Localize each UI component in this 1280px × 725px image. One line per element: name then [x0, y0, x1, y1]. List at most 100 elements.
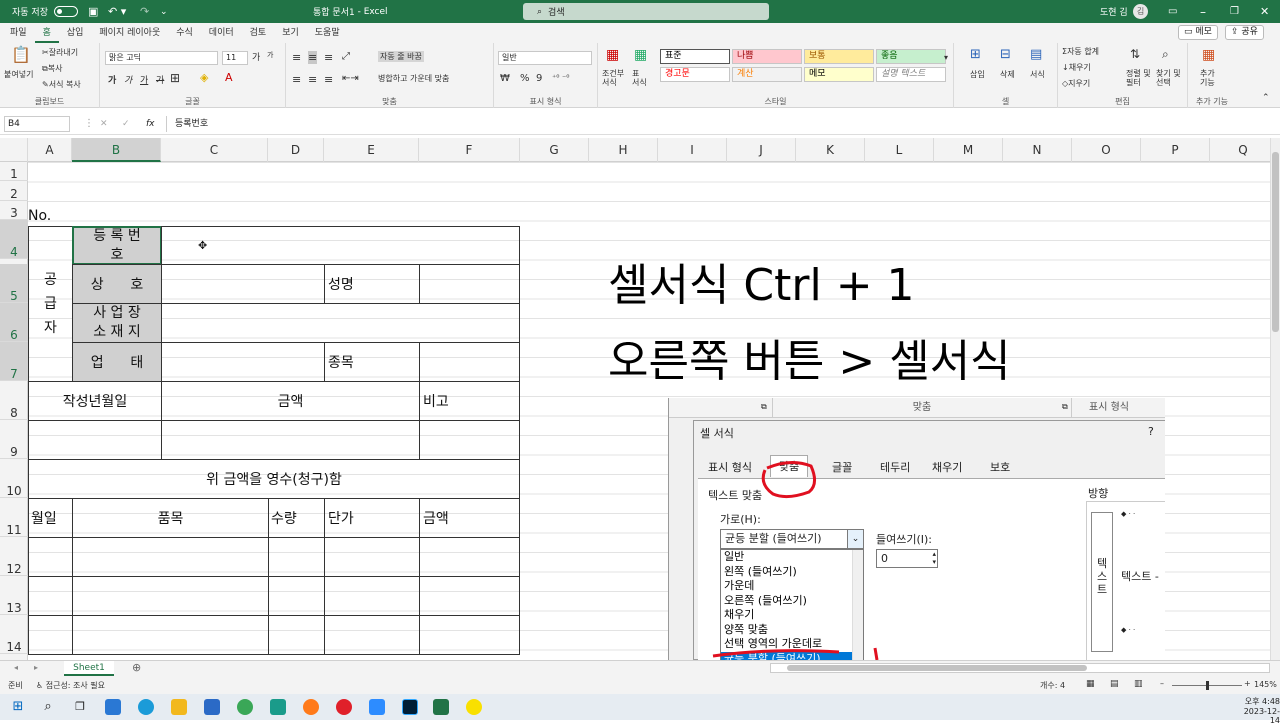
list-scrollbar[interactable] [852, 550, 863, 660]
cell-total[interactable]: 금액 [419, 498, 520, 538]
insert-cells-icon[interactable]: ⊞ [970, 47, 981, 62]
ribbon-display-icon[interactable]: ▭ [1168, 0, 1177, 23]
cell-amount-value[interactable] [161, 420, 420, 460]
font-color-icon[interactable]: A [225, 71, 233, 84]
ribbon-collapse-icon[interactable]: ⌃ [1262, 93, 1270, 103]
insert-cells-button[interactable]: 삽입 [970, 69, 985, 80]
align-top-icon[interactable]: ≡ [292, 51, 301, 64]
cell-month-day[interactable]: 월일 [28, 498, 73, 538]
item-cell[interactable] [72, 576, 269, 616]
paste-button[interactable]: 붙여넣기 [4, 69, 33, 80]
style-note[interactable]: 메모 [804, 67, 874, 82]
launcher-icon[interactable]: ⧉ [761, 402, 767, 412]
align-left-icon[interactable]: ≡ [292, 73, 301, 86]
percent-button[interactable]: % [520, 73, 530, 84]
column-header-k[interactable]: K [796, 138, 865, 162]
item-cell[interactable] [324, 537, 420, 577]
page-break-view-icon[interactable]: ▥ [1134, 679, 1143, 689]
zoom-level[interactable]: 145% [1254, 680, 1277, 689]
number-format-dropdown[interactable]: 일반 [498, 51, 592, 65]
row-header-6[interactable]: 6 [0, 303, 28, 342]
wrap-text-button[interactable]: 자동 줄 바꿈 [378, 51, 424, 62]
normal-view-icon[interactable]: ▦ [1086, 679, 1095, 689]
next-sheet-icon[interactable]: ▸ [34, 663, 38, 672]
hscroll-thumb[interactable] [787, 665, 1087, 671]
zoom-out-icon[interactable]: – [1160, 679, 1164, 688]
zoom-slider[interactable] [1172, 681, 1242, 690]
orientation-text-label[interactable]: 텍스트 - [1121, 568, 1159, 584]
paste-icon[interactable]: 📋 [6, 45, 36, 64]
mail-icon[interactable] [204, 699, 220, 715]
column-header-i[interactable]: I [658, 138, 727, 162]
style-bad[interactable]: 나쁨 [732, 49, 802, 64]
addins-icon[interactable]: ▦ [1202, 47, 1215, 63]
insert-function-button[interactable]: fx [146, 116, 155, 132]
fill-color-icon[interactable]: ◈ [200, 71, 208, 84]
edge-icon[interactable] [138, 699, 154, 715]
kakaotalk-icon[interactable] [466, 699, 482, 715]
font-name-dropdown[interactable]: 맑은 고딕 [105, 51, 218, 65]
underline-button[interactable]: 가 [140, 73, 148, 86]
align-middle-icon[interactable]: ≡ [308, 51, 318, 64]
item-cell[interactable] [72, 615, 269, 655]
cell-name-value[interactable] [419, 264, 520, 304]
border-icon[interactable]: ⊞ [170, 71, 180, 85]
horizontal-option[interactable]: 왼쪽 (들여쓰기) [721, 565, 863, 580]
merge-center-button[interactable]: 병합하고 가운데 맞춤 [378, 73, 449, 84]
column-header-p[interactable]: P [1141, 138, 1210, 162]
horizontal-option[interactable]: 오른쪽 (들여쓰기) [721, 594, 863, 609]
app-icon[interactable] [270, 699, 286, 715]
sort-filter-button[interactable]: 정렬 및 필터 [1126, 69, 1151, 87]
horizontal-option[interactable]: 가운데 [721, 579, 863, 594]
strikethrough-button[interactable]: 가 [156, 73, 164, 86]
sort-filter-icon[interactable]: ⇅ [1130, 47, 1140, 61]
cell-supplier[interactable]: 공 급 자 [28, 226, 73, 382]
cell-business[interactable]: 업 태 [72, 342, 162, 382]
item-cell[interactable] [419, 615, 520, 655]
row-header-3[interactable]: 3 [0, 201, 28, 220]
prev-sheet-icon[interactable]: ◂ [14, 663, 18, 672]
cut-button[interactable]: ✂ 잘라내기 [42, 47, 78, 58]
launcher-icon-2[interactable]: ⧉ [1062, 402, 1068, 412]
tab-view[interactable]: 보기 [274, 23, 307, 43]
zoom-app-icon[interactable] [369, 699, 385, 715]
cell-unit-price[interactable]: 단가 [324, 498, 420, 538]
cell-item-type[interactable]: 종목 [324, 342, 420, 382]
sheet-tab-sheet1[interactable]: Sheet1 [64, 661, 114, 676]
format-table-button[interactable]: 표 서식 [632, 69, 647, 87]
decimal-icon[interactable]: ⁺⁰ ⁻⁰ [552, 73, 569, 82]
format-table-icon[interactable]: ▦ [634, 47, 647, 63]
column-header-m[interactable]: M [934, 138, 1003, 162]
column-header-b[interactable]: B [72, 138, 161, 162]
font-size-dropdown[interactable]: 11 [222, 51, 248, 65]
font-shrink-button[interactable]: 가 [267, 50, 273, 60]
find-select-button[interactable]: 찾기 및 선택 [1156, 69, 1181, 87]
close-icon[interactable]: ✕ [1260, 0, 1269, 23]
format-cells-button[interactable]: 서식 [1030, 69, 1045, 80]
delete-cells-icon[interactable]: ⊟ [1000, 47, 1011, 62]
item-cell[interactable] [72, 537, 269, 577]
comma-button[interactable]: 9 [536, 73, 542, 84]
item-cell[interactable] [324, 615, 420, 655]
autosave-toggle[interactable] [54, 0, 78, 23]
cell-business-value[interactable] [161, 342, 325, 382]
row-header-1[interactable]: 1 [0, 162, 28, 181]
cell-date-value[interactable] [28, 420, 162, 460]
row-header-8[interactable]: 8 [0, 381, 28, 420]
horizontal-option[interactable]: 채우기 [721, 608, 863, 623]
addins-button[interactable]: 추가 기능 [1200, 69, 1215, 87]
italic-button[interactable]: 가 [124, 73, 132, 86]
row-header-9[interactable]: 9 [0, 420, 28, 459]
row-header-2[interactable]: 2 [0, 181, 28, 201]
spinner-arrows-icon[interactable]: ▴ ▾ [932, 550, 936, 566]
tab-help[interactable]: 도움말 [307, 23, 348, 43]
cell-remark[interactable]: 비고 [419, 381, 520, 421]
column-header-d[interactable]: D [268, 138, 324, 162]
column-header-f[interactable]: F [419, 138, 520, 162]
column-header-a[interactable]: A [28, 138, 72, 162]
tab-review[interactable]: 검토 [242, 23, 275, 43]
cell-name[interactable]: 성명 [324, 264, 420, 304]
align-bottom-icon[interactable]: ≡ [324, 51, 333, 64]
item-cell[interactable] [419, 537, 520, 577]
enter-icon[interactable]: ✓ [122, 116, 130, 132]
